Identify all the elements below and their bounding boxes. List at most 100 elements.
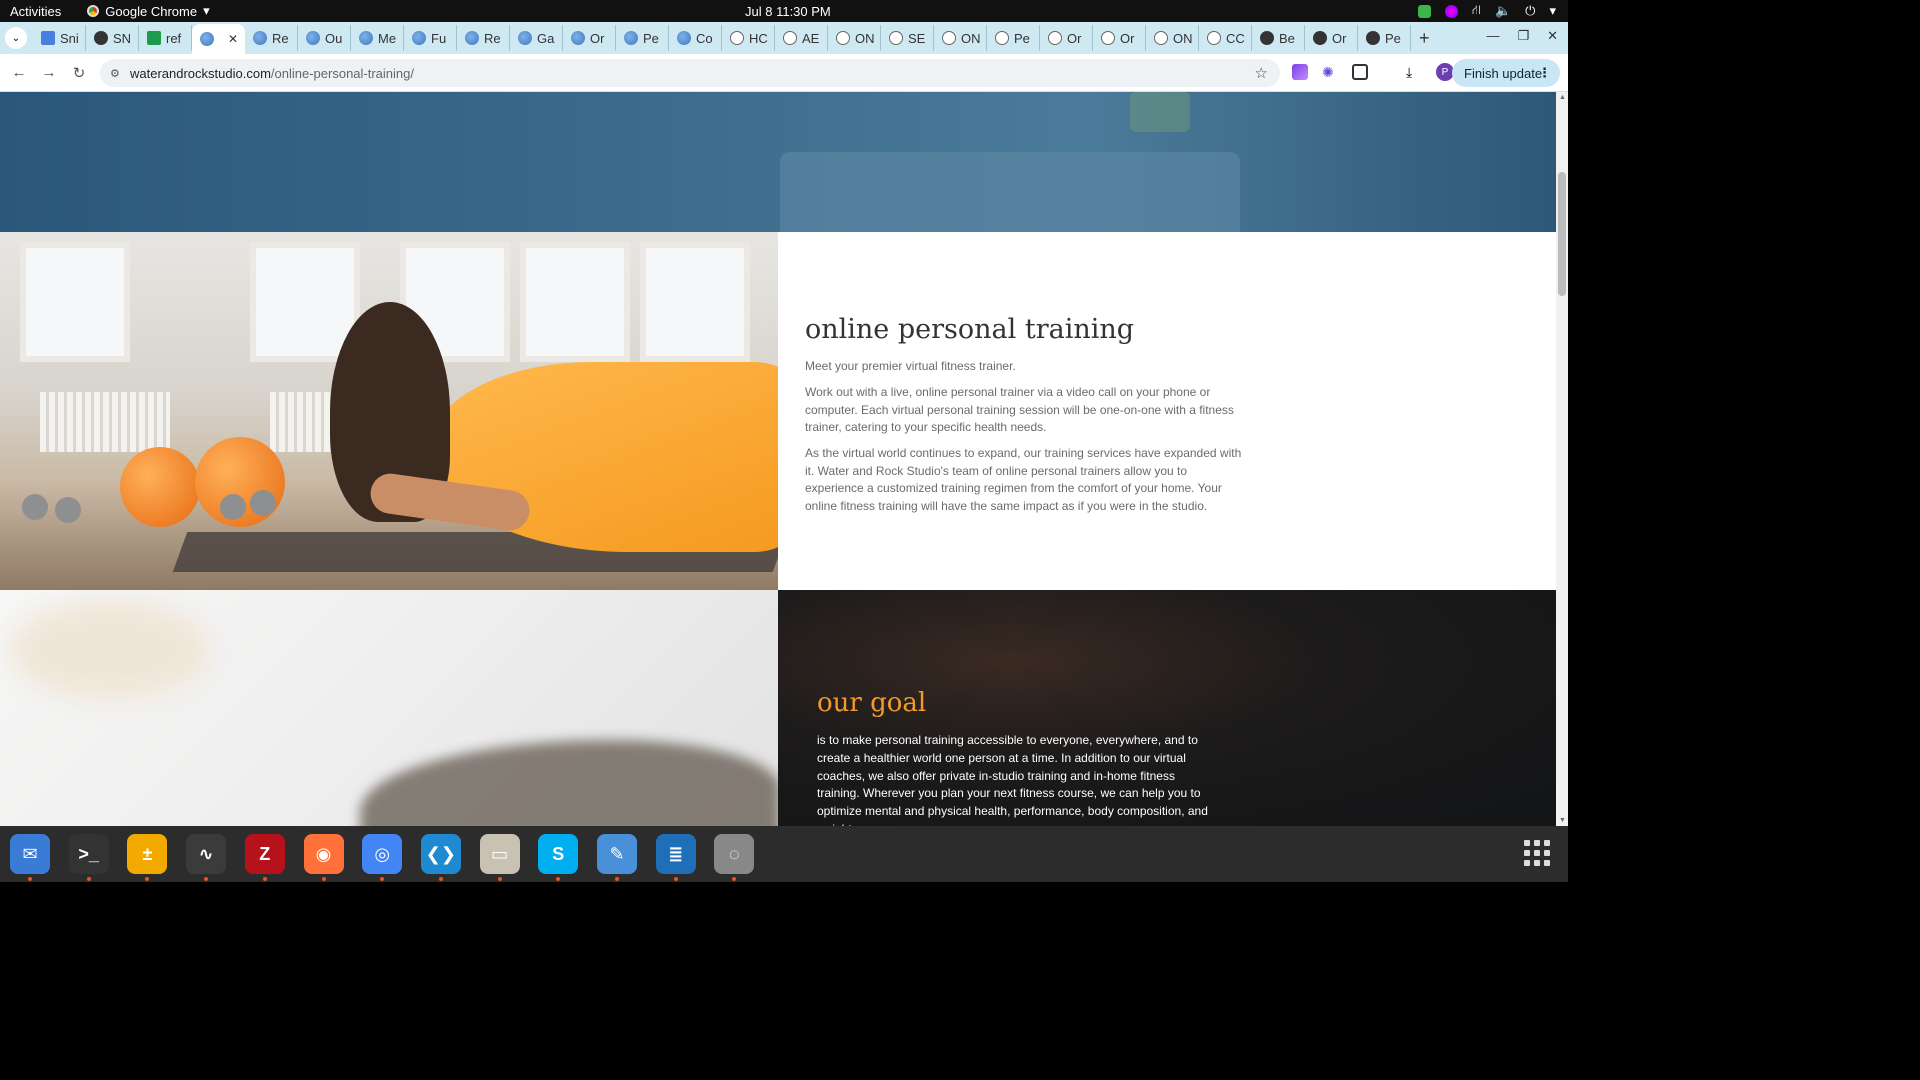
chevron-down-icon[interactable]: ▾ bbox=[1549, 3, 1556, 19]
app-menu[interactable]: Google Chrome ▾ bbox=[87, 3, 210, 19]
chrome-icon[interactable]: ◎ bbox=[362, 834, 403, 881]
browser-tab[interactable]: Re bbox=[457, 25, 510, 51]
shield-check-icon[interactable] bbox=[1417, 4, 1431, 18]
browser-tab[interactable]: CC bbox=[1199, 25, 1252, 51]
forward-icon[interactable]: → bbox=[35, 64, 63, 81]
thunderbird-icon[interactable]: ✉ bbox=[10, 834, 50, 881]
bookmark-star-icon[interactable]: ☆ bbox=[1255, 64, 1268, 82]
browser-tab[interactable]: HC bbox=[722, 25, 775, 51]
network-icon[interactable]: ⛙ bbox=[1472, 2, 1481, 20]
running-indicator bbox=[380, 877, 385, 881]
browser-tab[interactable]: Co bbox=[669, 25, 722, 51]
firefox-icon[interactable]: ◉ bbox=[303, 834, 344, 881]
close-tab-icon[interactable]: ✕ bbox=[228, 32, 238, 46]
running-indicator bbox=[145, 877, 150, 881]
running-indicator bbox=[673, 877, 678, 881]
browser-tab[interactable]: Or bbox=[563, 25, 616, 51]
writer-icon[interactable]: ≣ bbox=[655, 834, 696, 881]
download-icon[interactable]: ⤓ bbox=[1406, 64, 1422, 80]
terminal-icon[interactable]: >_ bbox=[68, 834, 109, 881]
system-tray[interactable]: ⛙ 🔈 ⏻ ▾ bbox=[1417, 2, 1556, 20]
globe-icon bbox=[624, 31, 638, 45]
globe-icon bbox=[253, 31, 267, 45]
tab-label: Co bbox=[696, 30, 713, 46]
skype-icon[interactable]: S bbox=[538, 834, 579, 881]
browser-tab[interactable]: ref bbox=[139, 25, 192, 51]
chevron-down-icon: ▾ bbox=[203, 3, 210, 18]
tab-label: Be bbox=[1279, 30, 1295, 46]
browser-tab[interactable]: ✕ bbox=[192, 24, 245, 54]
power-icon[interactable]: ⏻ bbox=[1525, 3, 1535, 19]
tab-label: Sni bbox=[60, 30, 79, 46]
chrome-icon bbox=[87, 5, 100, 17]
dark-icon bbox=[1260, 31, 1274, 45]
browser-tab[interactable]: ON bbox=[934, 25, 987, 51]
calculator-icon[interactable]: ± bbox=[127, 834, 168, 881]
restore-icon[interactable]: ❐ bbox=[1517, 28, 1529, 44]
reload-icon[interactable]: ↻ bbox=[65, 64, 93, 82]
browser-tab[interactable]: AE bbox=[775, 25, 828, 51]
tab-label: SN bbox=[113, 30, 132, 46]
browser-tab[interactable]: Sni bbox=[33, 25, 86, 51]
tab-label: Pe bbox=[1385, 30, 1401, 46]
sparkle-extension-icon[interactable]: ✺ bbox=[1322, 64, 1338, 80]
scroll-down-arrow-icon[interactable]: ▼ bbox=[1559, 817, 1566, 824]
browser-tab[interactable]: ON bbox=[1146, 25, 1199, 51]
show-apps-icon[interactable] bbox=[1524, 840, 1550, 866]
scroll-up-arrow-icon[interactable]: ▲ bbox=[1559, 94, 1566, 101]
browser-tab[interactable]: Or bbox=[1093, 25, 1146, 51]
tab-search-button[interactable]: ⌄ bbox=[5, 27, 27, 49]
hero-image bbox=[0, 92, 1556, 232]
color-app-icon[interactable] bbox=[1444, 4, 1458, 18]
scrollbar-thumb[interactable] bbox=[1558, 172, 1566, 296]
our-goal-section: our goal is to make personal training ac… bbox=[778, 590, 1556, 826]
files-icon[interactable]: ▭ bbox=[479, 834, 520, 881]
globe-icon bbox=[200, 32, 214, 46]
rk-icon bbox=[1101, 31, 1115, 45]
system-monitor-icon[interactable]: ∿ bbox=[186, 834, 227, 881]
rk-icon bbox=[889, 31, 903, 45]
browser-tab[interactable]: Or bbox=[1040, 25, 1093, 51]
site-info-icon[interactable]: ⚙ bbox=[110, 67, 124, 80]
browser-tab[interactable]: Ga bbox=[510, 25, 563, 51]
pen-extension-icon[interactable] bbox=[1292, 64, 1308, 80]
browser-tab[interactable]: Re bbox=[245, 25, 298, 51]
system-top-bar: Activities Google Chrome ▾ Jul 8 11:30 P… bbox=[0, 0, 1568, 22]
browser-tab[interactable]: Pe bbox=[1358, 25, 1411, 51]
browser-tab[interactable]: Or bbox=[1305, 25, 1358, 51]
text-editor-icon[interactable]: ✎ bbox=[597, 834, 637, 881]
volume-icon[interactable]: 🔈 bbox=[1495, 3, 1511, 19]
page-scrollbar[interactable]: ▲ ▼ bbox=[1556, 92, 1568, 826]
extensions-puzzle-icon[interactable] bbox=[1352, 64, 1368, 80]
browser-tab[interactable]: SN bbox=[86, 25, 139, 51]
browser-tab[interactable]: Fu bbox=[404, 25, 457, 51]
activities-button[interactable]: Activities bbox=[10, 4, 61, 19]
browser-tab[interactable]: ON bbox=[828, 25, 881, 51]
clock[interactable]: Jul 8 11:30 PM bbox=[745, 4, 831, 19]
tab-label: Pe bbox=[643, 30, 659, 46]
filezilla-icon[interactable]: Z bbox=[244, 834, 285, 881]
address-bar[interactable]: ⚙ waterandrockstudio.com/online-personal… bbox=[100, 59, 1280, 87]
browser-tab[interactable]: Me bbox=[351, 25, 404, 51]
close-window-icon[interactable]: ✕ bbox=[1547, 28, 1558, 44]
running-indicator bbox=[615, 877, 619, 881]
browser-tab[interactable]: SE bbox=[881, 25, 934, 51]
tab-label: Ga bbox=[537, 30, 555, 46]
tab-label: Me bbox=[378, 30, 397, 46]
disk-icon[interactable]: ◌ bbox=[714, 834, 755, 881]
vscode-icon[interactable]: ❮❯ bbox=[420, 834, 461, 881]
new-tab-button[interactable]: + bbox=[1419, 28, 1430, 49]
rk-icon bbox=[1048, 31, 1062, 45]
browser-tab[interactable]: Pe bbox=[616, 25, 669, 51]
tab-label: Re bbox=[484, 30, 501, 46]
minimize-icon[interactable]: — bbox=[1486, 28, 1499, 44]
back-icon[interactable]: ← bbox=[5, 64, 33, 81]
browser-tab[interactable]: Ou bbox=[298, 25, 351, 51]
sn-icon bbox=[94, 31, 108, 45]
browser-tab[interactable]: Pe bbox=[987, 25, 1040, 51]
body-paragraph-2: As the virtual world continues to expand… bbox=[805, 446, 1242, 513]
browser-tab[interactable]: Be bbox=[1252, 25, 1305, 51]
finish-update-button[interactable]: Finish update ⋮ bbox=[1452, 59, 1560, 87]
globe-icon bbox=[677, 31, 691, 45]
globe-icon bbox=[571, 31, 585, 45]
